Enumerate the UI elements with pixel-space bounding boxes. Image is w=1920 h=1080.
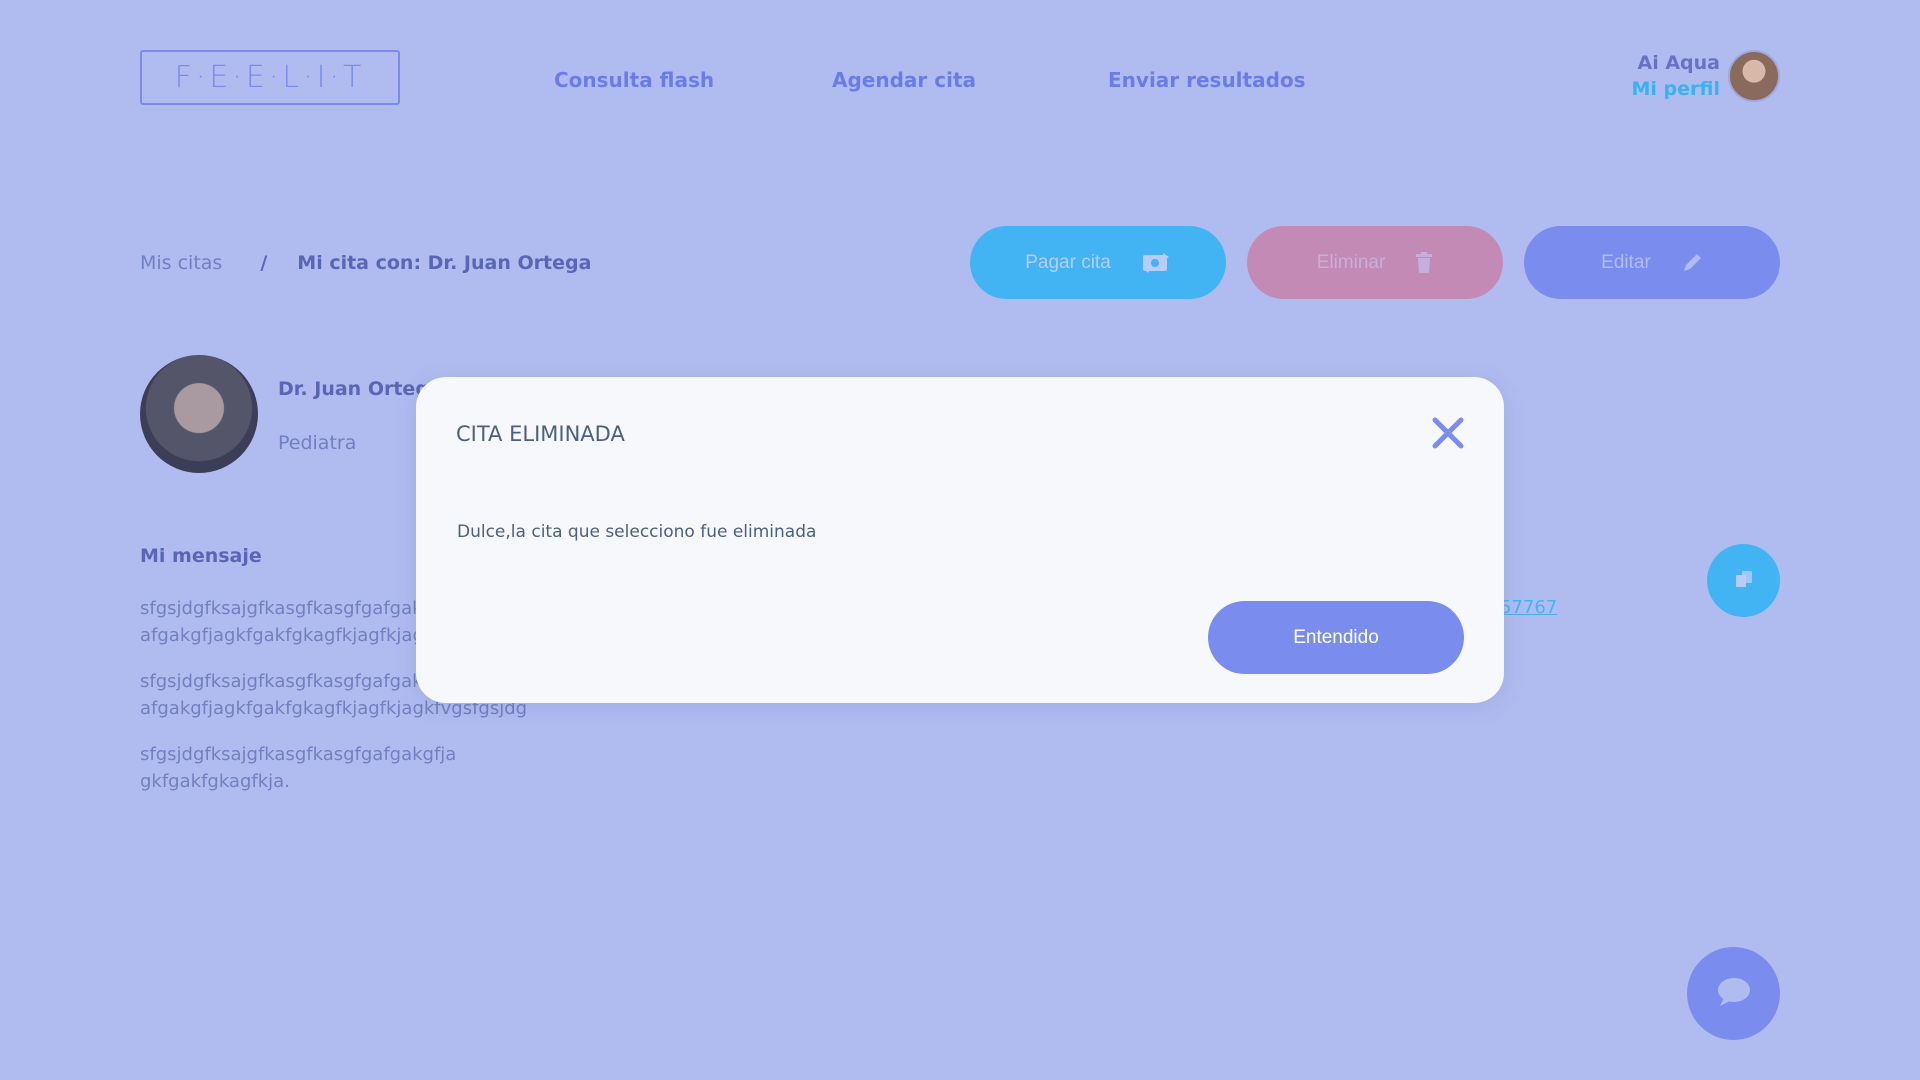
doctor-avatar — [140, 355, 258, 473]
breadcrumb-mis-citas[interactable]: Mis citas — [140, 252, 222, 274]
trash-icon — [1415, 251, 1433, 274]
chat-button[interactable] — [1687, 947, 1780, 1040]
app-logo[interactable]: F·E·E·L·I·T — [140, 50, 400, 105]
message-paragraph: sfgsjdgfksajgfkasgfkasgfgafgakgfja gkfgak… — [140, 744, 457, 792]
edit-appointment-button[interactable]: Editar — [1524, 226, 1780, 299]
attachment-link[interactable]: 57767 — [1500, 597, 1557, 618]
delete-button-label: Eliminar — [1316, 251, 1386, 273]
dialog-title: CITA ELIMINADA — [456, 422, 625, 446]
understood-button[interactable]: Entendido — [1208, 601, 1464, 674]
dialog-message: Dulce,la cita que selecciono fue elimina… — [457, 522, 817, 542]
nav-agendar-cita[interactable]: Agendar cita — [832, 68, 976, 92]
copy-button[interactable] — [1707, 544, 1780, 617]
pay-appointment-button[interactable]: Pagar cita — [970, 226, 1226, 299]
pencil-icon — [1681, 252, 1703, 274]
chat-bubble-icon — [1716, 976, 1752, 1012]
edit-button-label: Editar — [1601, 251, 1651, 273]
user-name: Ai Aqua — [1637, 52, 1721, 74]
breadcrumb: Mis citas / Mi cita con: Dr. Juan Ortega — [140, 252, 591, 274]
message-title: Mi mensaje — [140, 545, 262, 567]
close-icon[interactable] — [1428, 413, 1468, 453]
nav-consulta-flash[interactable]: Consulta flash — [554, 68, 714, 92]
nav-enviar-resultados[interactable]: Enviar resultados — [1108, 68, 1306, 92]
doctor-specialty: Pediatra — [278, 432, 357, 454]
copy-icon — [1733, 568, 1755, 594]
delete-appointment-button[interactable]: Eliminar — [1247, 226, 1503, 299]
user-avatar[interactable] — [1728, 50, 1780, 102]
pay-button-label: Pagar cita — [1025, 251, 1111, 273]
user-menu: Ai Aqua Mi perfil — [1632, 50, 1780, 102]
profile-link[interactable]: Mi perfil — [1632, 76, 1721, 102]
breadcrumb-separator: / — [260, 252, 268, 274]
money-exchange-icon — [1141, 251, 1171, 275]
deleted-appointment-dialog: CITA ELIMINADA Dulce,la cita que selecci… — [416, 377, 1504, 703]
breadcrumb-current: Mi cita con: Dr. Juan Ortega — [297, 252, 592, 274]
